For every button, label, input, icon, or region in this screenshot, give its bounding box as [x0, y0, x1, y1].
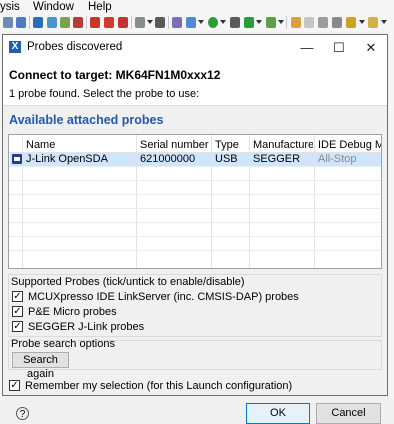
- pemicro-label: P&E Micro probes: [28, 306, 117, 318]
- dialog-header: Connect to target: MK64FN1M0xxx12 1 prob…: [3, 60, 387, 106]
- section-title: Available attached probes: [9, 113, 164, 127]
- search-options-title: Probe search options: [11, 338, 115, 350]
- probe-found-message: 1 probe found. Select the probe to use:: [9, 88, 200, 100]
- maximize-button[interactable]: ☐: [323, 35, 355, 60]
- pemicro-checkbox[interactable]: ✓: [12, 306, 23, 317]
- toolbar-icon[interactable]: [346, 17, 356, 28]
- ide-toolbar: [0, 14, 394, 32]
- toolbar-icon[interactable]: [155, 17, 165, 28]
- column-divider: [22, 135, 23, 268]
- cell-debug-mode[interactable]: All-Stop: [318, 153, 357, 165]
- toolbar-icon[interactable]: [33, 17, 43, 28]
- help-button[interactable]: ?: [16, 407, 29, 420]
- toolbar-icon[interactable]: [230, 17, 240, 28]
- jlink-checkbox[interactable]: ✓: [12, 321, 23, 332]
- toolbar-icon[interactable]: [104, 17, 114, 28]
- toolbar-icon[interactable]: [332, 17, 342, 28]
- ok-button[interactable]: OK: [246, 403, 310, 424]
- linkserver-label: MCUXpresso IDE LinkServer (inc. CMSIS-DA…: [28, 291, 299, 303]
- menu-window[interactable]: Window: [33, 1, 74, 13]
- probes-dialog: X Probes discovered — ☐ ✕ Connect to tar…: [2, 34, 388, 424]
- ide-right-edge: [389, 32, 394, 400]
- toolbar-icon[interactable]: [90, 17, 100, 28]
- cell-serial[interactable]: 621000000: [140, 153, 195, 165]
- linkserver-checkbox[interactable]: ✓: [12, 291, 23, 302]
- cancel-button[interactable]: Cancel: [316, 403, 381, 424]
- toolbar-icon[interactable]: [135, 17, 145, 28]
- run-icon[interactable]: [208, 17, 218, 28]
- connect-target-title: Connect to target: MK64FN1M0xxx12: [9, 68, 221, 82]
- jlink-label: SEGGER J-Link probes: [28, 321, 145, 333]
- ide-menu-bar: ysis Window Help: [0, 0, 394, 14]
- remember-checkbox[interactable]: ✓: [9, 380, 20, 391]
- dialog-title: Probes discovered: [27, 41, 123, 53]
- search-again-button[interactable]: Search again: [12, 352, 69, 380]
- toolbar-icon[interactable]: [318, 17, 328, 28]
- toolbar-icon[interactable]: [244, 17, 254, 28]
- toolbar-icon[interactable]: [368, 17, 378, 28]
- toolbar-icon[interactable]: [291, 17, 301, 28]
- cell-manufacturer[interactable]: SEGGER: [253, 153, 300, 165]
- toolbar-icon[interactable]: [172, 17, 182, 28]
- cell-type[interactable]: USB: [215, 153, 238, 165]
- menu-help[interactable]: Help: [88, 1, 112, 13]
- column-divider: [249, 135, 250, 268]
- column-divider: [314, 135, 315, 268]
- column-header-serial[interactable]: Serial number / I...: [140, 139, 209, 151]
- minimize-button[interactable]: —: [291, 35, 323, 60]
- menu-analysis[interactable]: ysis: [0, 1, 20, 13]
- column-header-name[interactable]: Name: [26, 139, 134, 151]
- probe-icon: [12, 154, 22, 164]
- column-header-manufacturer[interactable]: Manufacturer: [253, 139, 313, 151]
- toolbar-icon[interactable]: [60, 17, 70, 28]
- supported-probes-title: Supported Probes (tick/untick to enable/…: [11, 276, 245, 288]
- column-divider: [211, 135, 212, 268]
- toolbar-icon[interactable]: [266, 17, 276, 28]
- toolbar-icon[interactable]: [16, 17, 26, 28]
- remember-label: Remember my selection (for this Launch c…: [25, 380, 293, 392]
- cell-probe-name[interactable]: J-Link OpenSDA: [26, 153, 108, 165]
- toolbar-icon[interactable]: [3, 17, 13, 28]
- toolbar-icon[interactable]: [118, 17, 128, 28]
- toolbar-icon[interactable]: [73, 17, 83, 28]
- close-button[interactable]: ✕: [355, 35, 387, 60]
- column-header-debug-mode[interactable]: IDE Debug Mode: [318, 139, 381, 151]
- toolbar-icon[interactable]: [304, 17, 314, 28]
- column-divider: [136, 135, 137, 268]
- app-logo-icon: X: [9, 41, 21, 53]
- toolbar-icon[interactable]: [47, 17, 57, 28]
- column-header-type[interactable]: Type: [215, 139, 247, 151]
- toolbar-icon[interactable]: [186, 17, 196, 28]
- probes-table: Name Serial number / I... Type Manufactu…: [8, 134, 382, 269]
- dialog-titlebar: X Probes discovered — ☐ ✕: [3, 35, 387, 60]
